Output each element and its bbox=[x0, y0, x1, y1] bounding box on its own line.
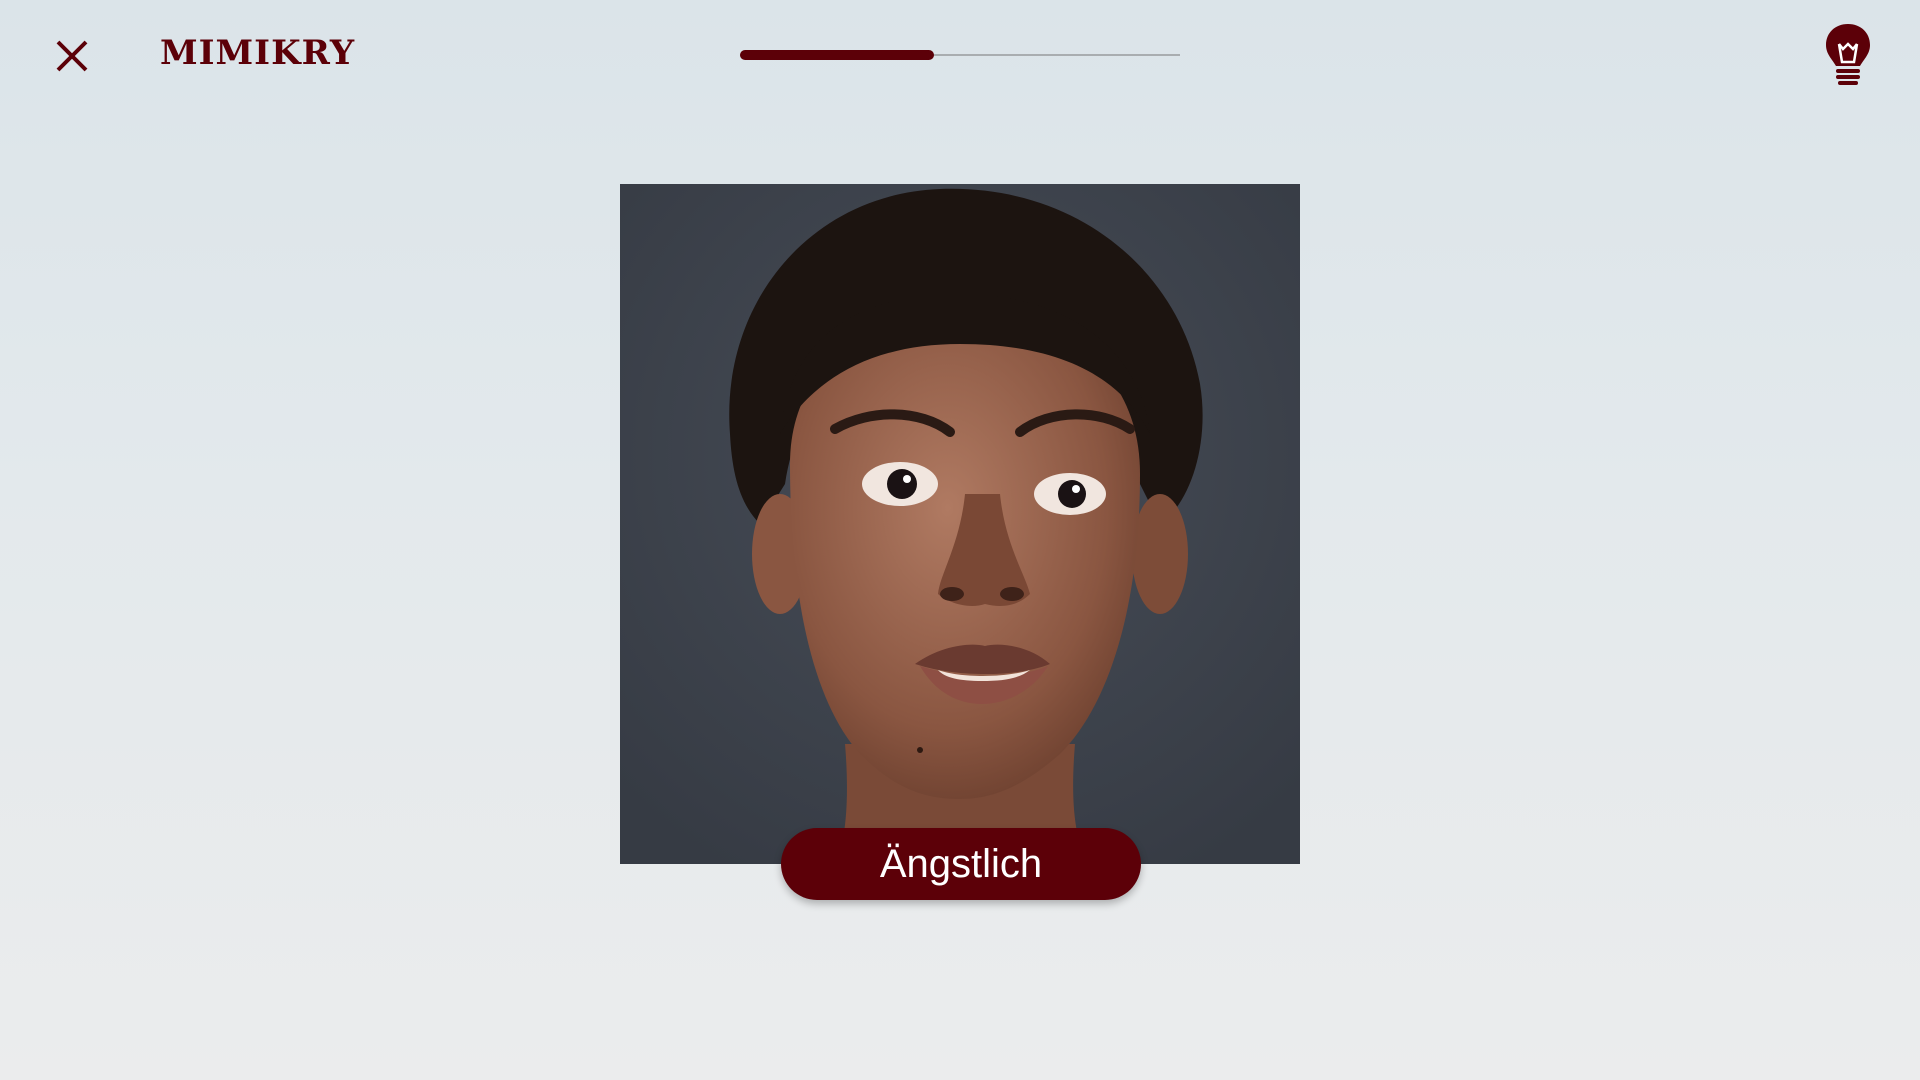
face-portrait bbox=[620, 184, 1300, 864]
progress-bar bbox=[740, 50, 1180, 60]
face-image bbox=[620, 184, 1300, 864]
app-title: MIMIKRY bbox=[160, 33, 356, 73]
close-icon bbox=[56, 40, 88, 72]
emotion-label[interactable]: Ängstlich bbox=[781, 828, 1141, 900]
hint-button[interactable] bbox=[1824, 22, 1872, 88]
lightbulb-icon bbox=[1826, 24, 1870, 85]
progress-fill bbox=[740, 50, 934, 60]
close-button[interactable] bbox=[52, 36, 92, 76]
